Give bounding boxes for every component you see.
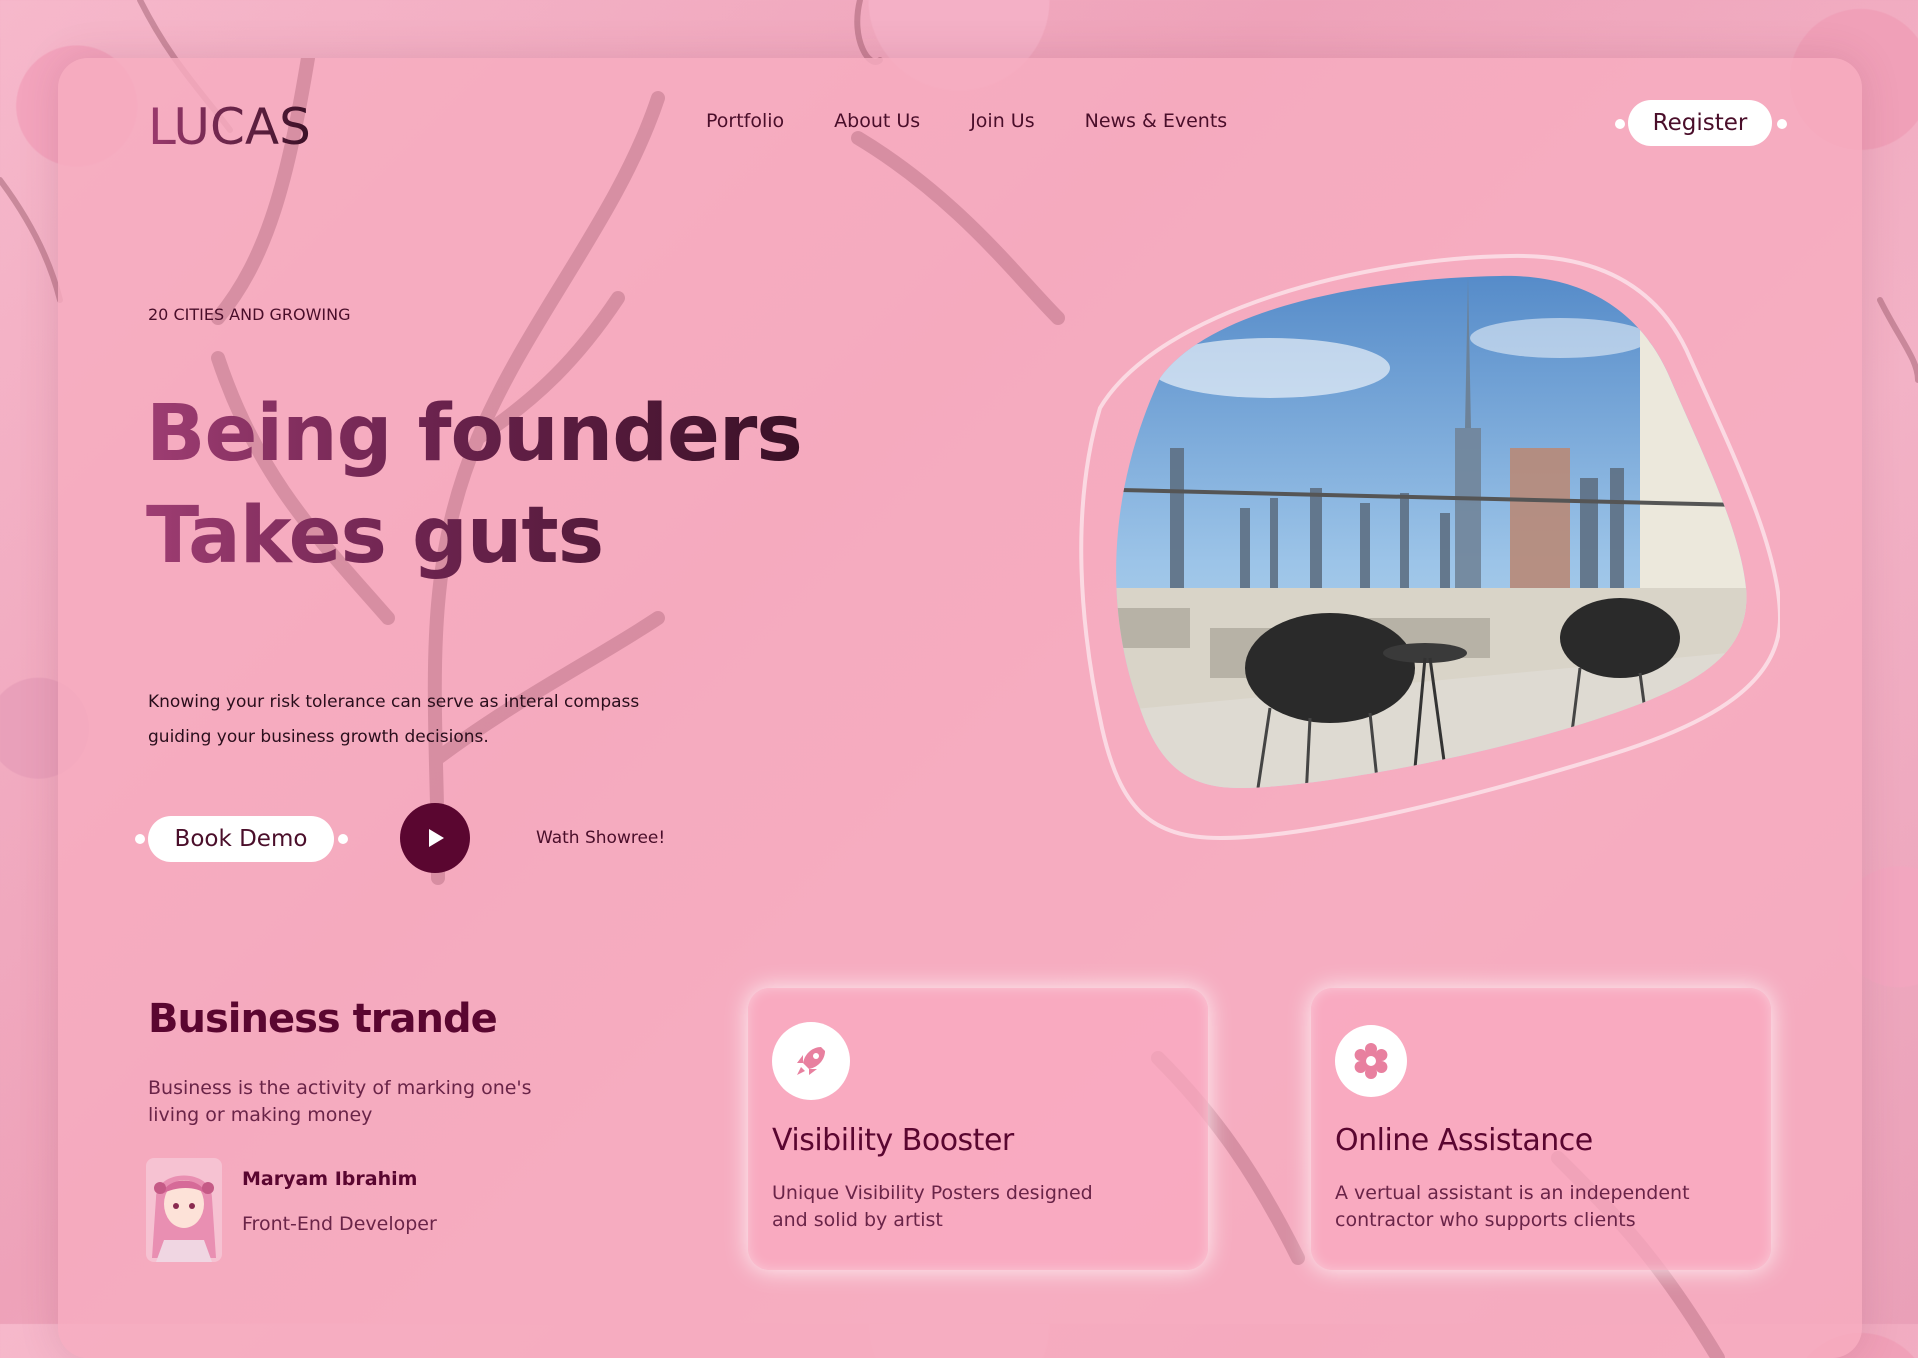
hero-description: Knowing your risk tolerance can serve as…	[148, 692, 640, 747]
register-dot-left	[1615, 119, 1625, 129]
hero-image	[1079, 253, 1780, 841]
feature-description: A vertual assistant is an independent co…	[1335, 1182, 1690, 1231]
author-name: Maryam Ibrahim	[242, 1168, 418, 1190]
gear-icon	[1354, 1043, 1388, 1079]
play-button[interactable]	[400, 803, 470, 873]
main-card: LUCAS Portfolio About Us Join Us News & …	[58, 58, 1862, 1358]
feature-description: Unique Visibility Posters designed and s…	[772, 1182, 1093, 1231]
hero-title-line2: Takes guts	[146, 485, 802, 587]
hero-title: Being founders Takes guts	[146, 383, 803, 587]
feature-icon-wrap	[1335, 1025, 1407, 1097]
nav-about-us[interactable]: About Us	[834, 110, 920, 132]
register-button[interactable]: Register	[1628, 100, 1772, 146]
feature-title: Online Assistance	[1335, 1123, 1593, 1158]
feature-icon-wrap	[772, 1022, 850, 1100]
hero-eyebrow: 20 CITIES AND GROWING	[148, 305, 351, 324]
watch-showreel-link[interactable]: Wath Showree!	[536, 828, 665, 848]
book-demo-button[interactable]: Book Demo	[148, 816, 334, 862]
main-nav: Portfolio About Us Join Us News & Events	[706, 110, 1277, 132]
play-icon	[429, 829, 444, 847]
author-role: Front-End Developer	[242, 1213, 437, 1235]
business-title: Business trande	[148, 996, 498, 1042]
avatar	[146, 1158, 222, 1262]
rocket-icon	[797, 1047, 825, 1075]
feature-card-visibility[interactable]: Visibility Booster Unique Visibility Pos…	[748, 988, 1208, 1270]
book-dot-left	[135, 834, 145, 844]
book-dot-right	[338, 834, 348, 844]
feature-title: Visibility Booster	[772, 1123, 1014, 1158]
business-description: Business is the activity of marking one'…	[148, 1077, 532, 1126]
hero-title-line1: Being founders	[146, 383, 803, 485]
register-dot-right	[1777, 119, 1787, 129]
nav-join-us[interactable]: Join Us	[970, 110, 1034, 132]
nav-portfolio[interactable]: Portfolio	[706, 110, 784, 132]
logo[interactable]: LUCAS	[148, 98, 311, 156]
feature-card-assistance[interactable]: Online Assistance A vertual assistant is…	[1311, 988, 1771, 1270]
nav-news-events[interactable]: News & Events	[1085, 110, 1228, 132]
